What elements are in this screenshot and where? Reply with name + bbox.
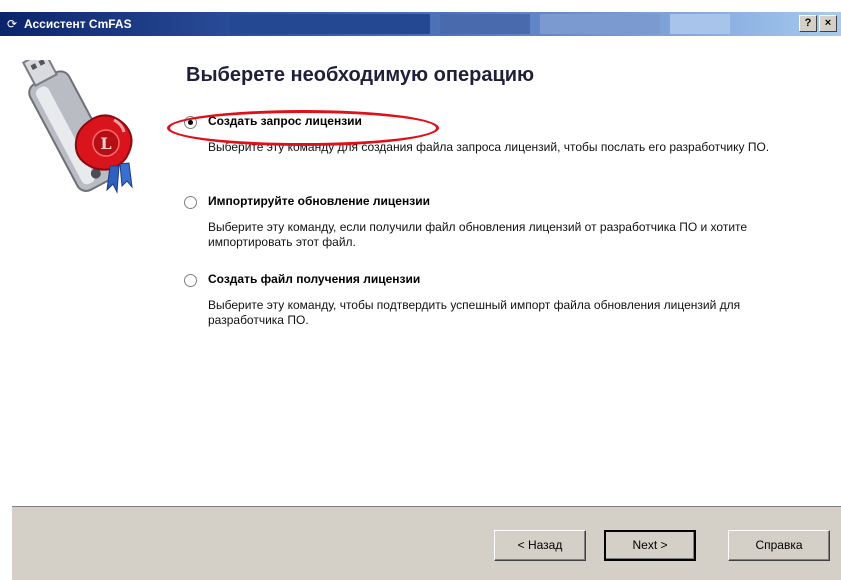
close-button[interactable]: × bbox=[819, 15, 837, 32]
button-bar bbox=[12, 506, 841, 580]
radio-create-license-receipt[interactable] bbox=[184, 274, 197, 287]
title-bar-buttons: ? × bbox=[799, 15, 837, 32]
usb-dongle-with-wax-seal-icon: L bbox=[21, 60, 133, 194]
highlight-ellipse bbox=[167, 110, 439, 146]
option-description: Выберите эту команду, чтобы подтвердить … bbox=[208, 298, 741, 327]
help-dialog-button[interactable]: Справка bbox=[728, 530, 830, 561]
page-heading: Выберете необходимую операцию bbox=[186, 64, 535, 86]
next-button[interactable]: Next > bbox=[604, 530, 696, 561]
option-label[interactable]: Импортируйте обновление лицензии bbox=[208, 194, 430, 208]
title-bar[interactable]: ⟳ Ассистент CmFAS ? × bbox=[0, 12, 841, 36]
help-button[interactable]: ? bbox=[799, 15, 817, 32]
wizard-window: ⟳ Ассистент CmFAS ? × L Выберете необход… bbox=[0, 0, 841, 580]
app-icon: ⟳ bbox=[6, 17, 18, 31]
radio-import-license-update[interactable] bbox=[184, 196, 197, 209]
back-button[interactable]: < Назад bbox=[494, 530, 586, 561]
option-label[interactable]: Создать файл получения лицензии bbox=[208, 272, 420, 286]
svg-text:L: L bbox=[100, 134, 111, 153]
option-description: Выберите эту команду, если получили файл… bbox=[208, 220, 748, 249]
title-bar-decoration bbox=[200, 12, 760, 36]
window-title: Ассистент CmFAS bbox=[24, 17, 132, 31]
